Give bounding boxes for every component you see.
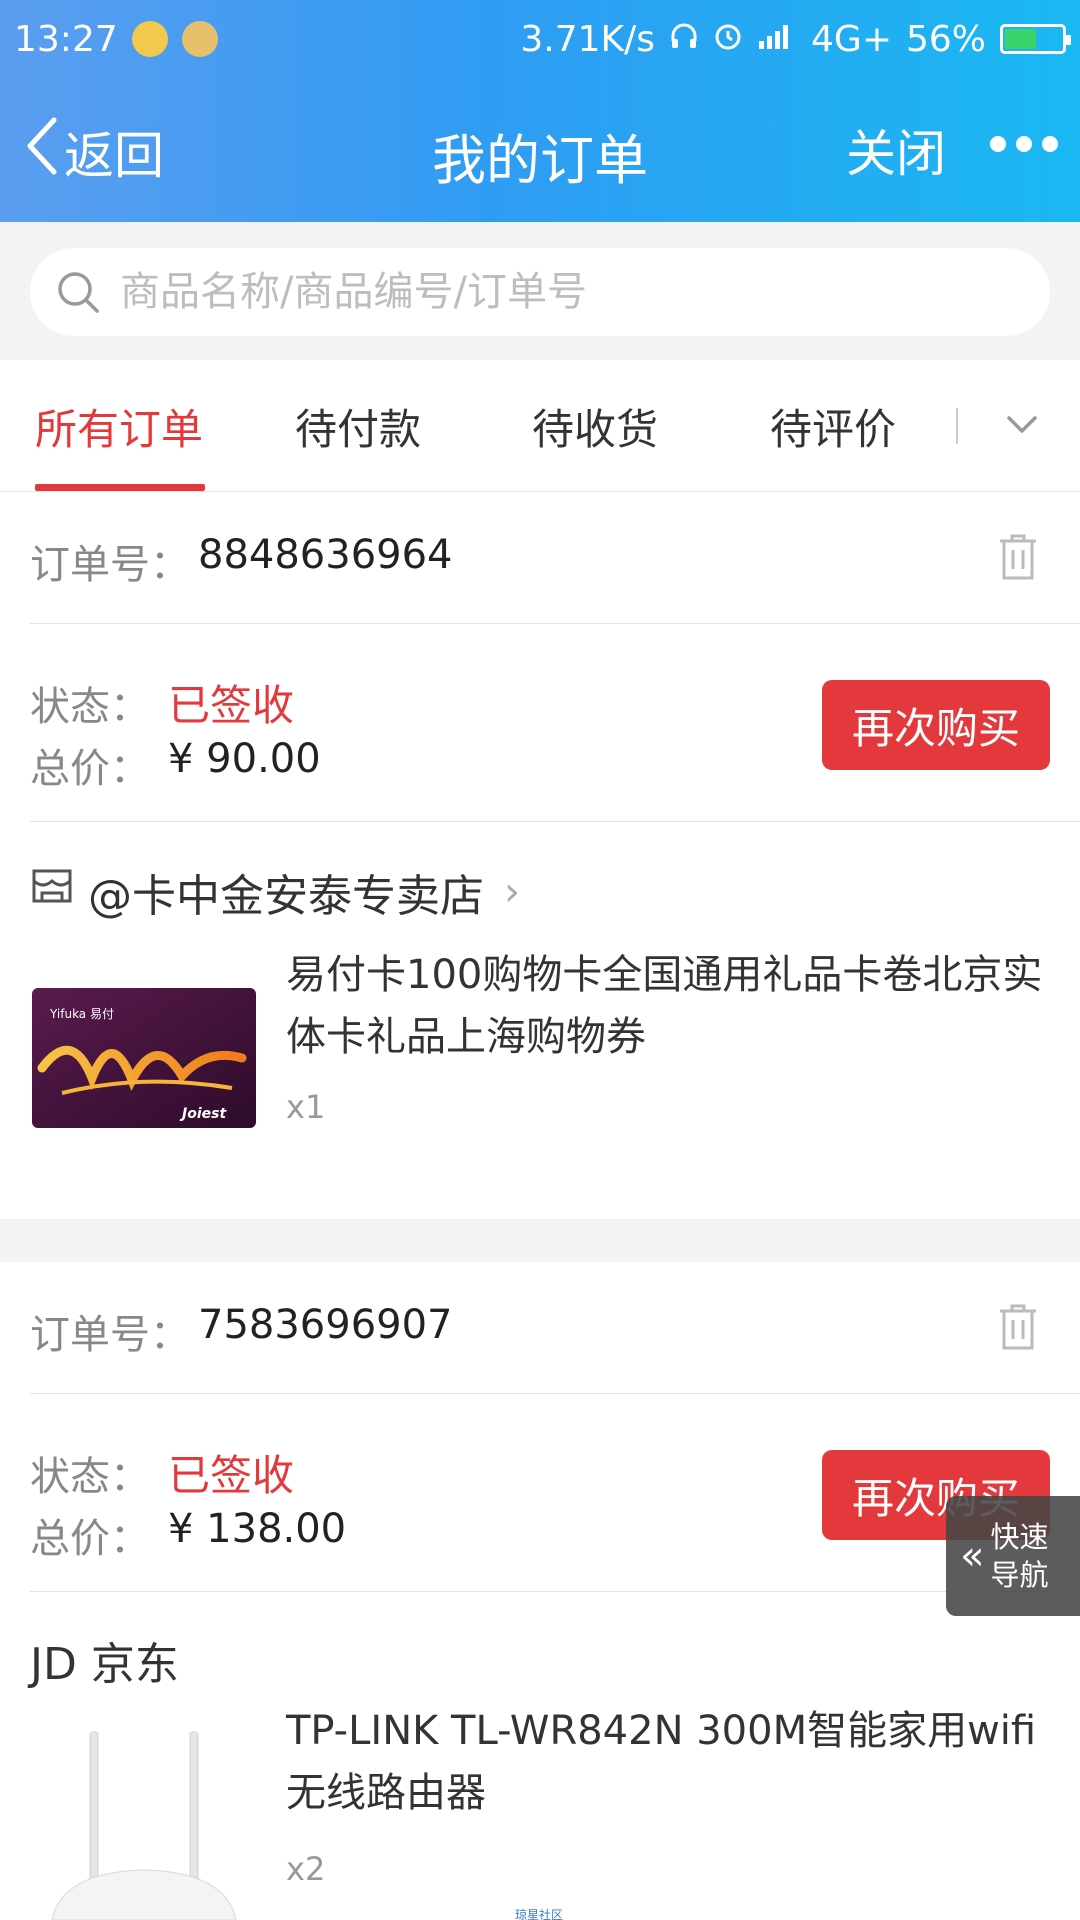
more-options-icon[interactable] xyxy=(990,136,1058,152)
nav-bar: 返回 我的订单 关闭 xyxy=(0,78,1080,222)
quick-nav-line2: 导航 xyxy=(990,1558,1049,1592)
order-card: 订单号： 8848636964 状态： 已签收 总价： ¥ 90.00 再次购买… xyxy=(0,492,1080,1219)
chevron-right-icon: › xyxy=(504,869,520,915)
order-number: 8848636964 xyxy=(198,532,453,578)
tab-pending-payment[interactable]: 待付款 xyxy=(295,396,421,457)
net-speed: 3.71K/s xyxy=(520,18,656,60)
card-maker-text: Joiest xyxy=(179,1106,227,1122)
buy-again-button[interactable]: 再次购买 xyxy=(822,680,1050,770)
order-tabs: 所有订单 待付款 待收货 待评价 xyxy=(0,360,1080,492)
active-tab-indicator xyxy=(35,484,205,491)
network-type: 4G+ xyxy=(811,18,892,60)
headphone-icon xyxy=(669,19,699,60)
watermark: 琼星社区 xyxy=(515,1908,564,1920)
status-bar: 13:27 3.71K/s 4G+ 56% xyxy=(0,0,1080,78)
product-title[interactable]: TP-LINK TL-WR842N 300M智能家用wifi无线路由器 xyxy=(286,1700,1056,1824)
tab-pending-receipt[interactable]: 待收货 xyxy=(532,396,658,457)
shop-row[interactable]: JD 京东 xyxy=(30,1620,179,1700)
product-quantity: x2 xyxy=(286,1850,326,1888)
status-value: 已签收 xyxy=(168,681,295,730)
search-icon xyxy=(56,270,100,314)
product-image-router[interactable] xyxy=(32,1722,256,1920)
close-button[interactable]: 关闭 xyxy=(846,114,946,186)
store-icon xyxy=(30,865,74,920)
order-number-row: 订单号： 7583696907 xyxy=(30,1262,1080,1394)
clock: 13:27 xyxy=(14,18,118,60)
signal-icon xyxy=(757,19,797,60)
order-number-label: 订单号： xyxy=(30,1312,190,1358)
battery-icon xyxy=(1000,24,1071,54)
order-card: 订单号： 7583696907 状态： 已签收 总价： ¥ 138.00 再次购… xyxy=(0,1262,1080,1920)
header: 13:27 3.71K/s 4G+ 56% 返回 我的订单 关闭 xyxy=(0,0,1080,222)
total-price: ¥ 90.00 xyxy=(168,736,321,782)
search-area xyxy=(0,222,1080,360)
status-label: 状态： xyxy=(30,684,150,730)
product-image-gift-card[interactable]: Yifuka 易付 Joiest xyxy=(32,988,256,1128)
music-app-icon xyxy=(131,21,168,57)
shop-row[interactable]: @卡中金安泰专卖店 › xyxy=(30,852,520,932)
total-label: 总价： xyxy=(30,746,150,792)
alarm-icon xyxy=(713,19,743,60)
total-price: ¥ 138.00 xyxy=(168,1506,347,1552)
total-label: 总价： xyxy=(30,1516,150,1562)
status-label: 状态： xyxy=(30,1454,150,1500)
battery-level xyxy=(1005,29,1037,49)
search-input[interactable] xyxy=(120,269,1000,315)
order-number-row: 订单号： 8848636964 xyxy=(30,492,1080,624)
order-number: 7583696907 xyxy=(198,1302,453,1348)
shop-name: @卡中金安泰专卖店 xyxy=(88,871,484,922)
product-title[interactable]: 易付卡100购物卡全国通用礼品卡卷北京实体卡礼品上海购物券 xyxy=(286,944,1056,1068)
trash-icon[interactable] xyxy=(996,1302,1040,1352)
tab-all-orders[interactable]: 所有订单 xyxy=(35,396,203,457)
chevron-down-icon[interactable] xyxy=(1004,406,1040,442)
double-chevron-left-icon: « xyxy=(960,1533,985,1579)
quick-nav-button[interactable]: « 快速 导航 xyxy=(946,1496,1080,1616)
card-brand-text: Yifuka 易付 xyxy=(49,1007,114,1021)
order-status-row: 状态： 已签收 总价： ¥ 90.00 再次购买 xyxy=(30,624,1080,822)
shop-name: JD 京东 xyxy=(30,1639,179,1690)
app-notification-icon xyxy=(181,21,218,57)
search-box[interactable] xyxy=(30,248,1050,336)
order-status-row: 状态： 已签收 总价： ¥ 138.00 再次购买 xyxy=(30,1394,1080,1592)
quick-nav-line1: 快速 xyxy=(990,1520,1049,1554)
tab-divider xyxy=(956,408,958,444)
tab-pending-review[interactable]: 待评价 xyxy=(770,396,896,457)
battery-percent: 56% xyxy=(905,18,986,60)
order-number-label: 订单号： xyxy=(30,542,190,588)
trash-icon[interactable] xyxy=(996,532,1040,582)
status-value: 已签收 xyxy=(168,1451,295,1500)
product-quantity: x1 xyxy=(286,1088,326,1126)
